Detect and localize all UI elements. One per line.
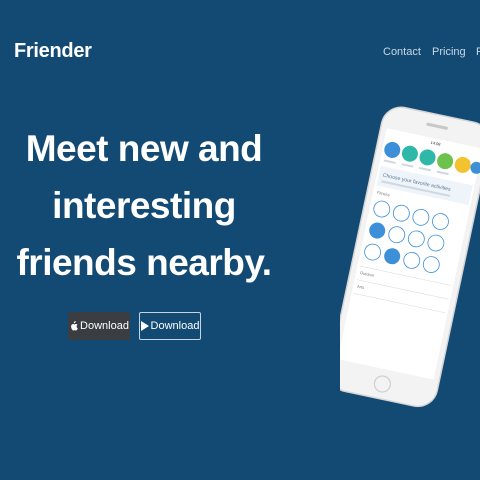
hero-headline: Meet new and interesting friends nearby. (14, 120, 274, 291)
app-store-download-label: Download (80, 320, 129, 332)
apple-icon (69, 321, 78, 331)
hero-line-3: friends nearby. (16, 242, 272, 283)
app-store-download-button[interactable]: Download (68, 312, 130, 340)
play-store-download-label: Download (150, 320, 200, 332)
play-store-download-button[interactable]: Download (139, 312, 201, 340)
top-nav: Contact Pricing F (0, 46, 480, 62)
hero-line-1: Meet new and (25, 128, 263, 169)
play-icon (140, 321, 149, 331)
nav-contact[interactable]: Contact (383, 46, 421, 58)
nav-pricing[interactable]: Pricing (432, 46, 466, 58)
phone-mockup: 14:08 Choose your favorite activities Fi… (340, 106, 480, 408)
hero-line-2: interesting (52, 185, 236, 226)
nav-item-cut[interactable]: F (476, 46, 480, 58)
